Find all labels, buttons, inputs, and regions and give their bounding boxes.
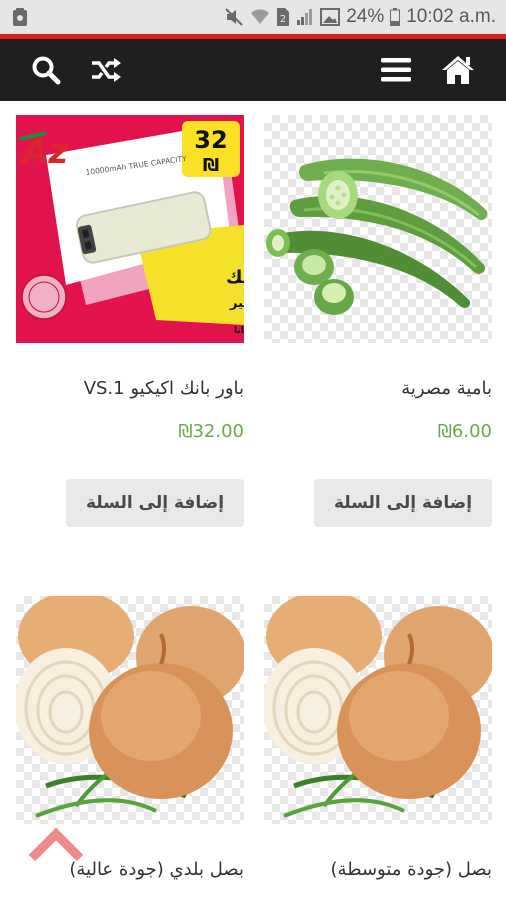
product-image-onions[interactable] (264, 596, 492, 824)
sim-icon: 2 (277, 8, 290, 26)
clipboard-icon (13, 8, 27, 26)
search-icon[interactable] (28, 52, 64, 88)
product-image-onions[interactable] (16, 596, 244, 824)
product-price: ₪32.00 (178, 421, 244, 442)
add-to-cart-button[interactable]: إضافة إلى السلة (314, 479, 492, 527)
signal-icon (297, 9, 313, 25)
shuffle-icon[interactable] (88, 52, 124, 88)
product-grid: بامية مصرية ₪6.00 إضافة إلى السلة Az 32 … (0, 101, 506, 900)
ad-title: باور بانك (226, 267, 244, 288)
ad-price-badge: 32 (194, 126, 227, 154)
mute-icon (225, 8, 243, 26)
home-icon[interactable] (440, 52, 476, 88)
product-image-okra[interactable] (264, 115, 492, 343)
product-name[interactable]: باور بانك اكيكيو VS.1 (16, 378, 244, 399)
battery-percent: 24% (346, 6, 385, 27)
product-price: ₪6.00 (437, 421, 492, 442)
app-header (0, 39, 506, 101)
product-name[interactable]: بامية مصرية (264, 378, 492, 399)
wifi-icon (251, 9, 270, 24)
menu-icon[interactable] (378, 52, 414, 88)
photo-icon (320, 8, 341, 26)
product-image-power-bank[interactable]: Az 32 ₪ 10000mAh TRUE CAPACITY باور بانك… (16, 115, 244, 343)
product-card[interactable]: بامية مصرية ₪6.00 إضافة إلى السلة (264, 115, 492, 545)
svg-text:2: 2 (280, 14, 286, 25)
ad-subtitle: اكيكيو - ١٠ الاف م.أمبير (229, 294, 244, 311)
scroll-to-top-icon[interactable] (28, 826, 84, 866)
ad-footer: اطلبه الان من سوق الزاوية والتوصيل مجانا (234, 326, 244, 336)
product-card[interactable]: بصل (جودة متوسطة) (264, 596, 492, 896)
clock: 10:02 a.m. (406, 6, 496, 27)
battery-icon (390, 8, 401, 26)
status-bar: 2 24% 10:02 a.m. (0, 0, 506, 34)
add-to-cart-button[interactable]: إضافة إلى السلة (66, 479, 244, 527)
product-card[interactable]: Az 32 ₪ 10000mAh TRUE CAPACITY باور بانك… (16, 115, 244, 545)
product-name[interactable]: بصل (جودة متوسطة) (264, 859, 492, 880)
svg-text:₪: ₪ (203, 155, 219, 176)
